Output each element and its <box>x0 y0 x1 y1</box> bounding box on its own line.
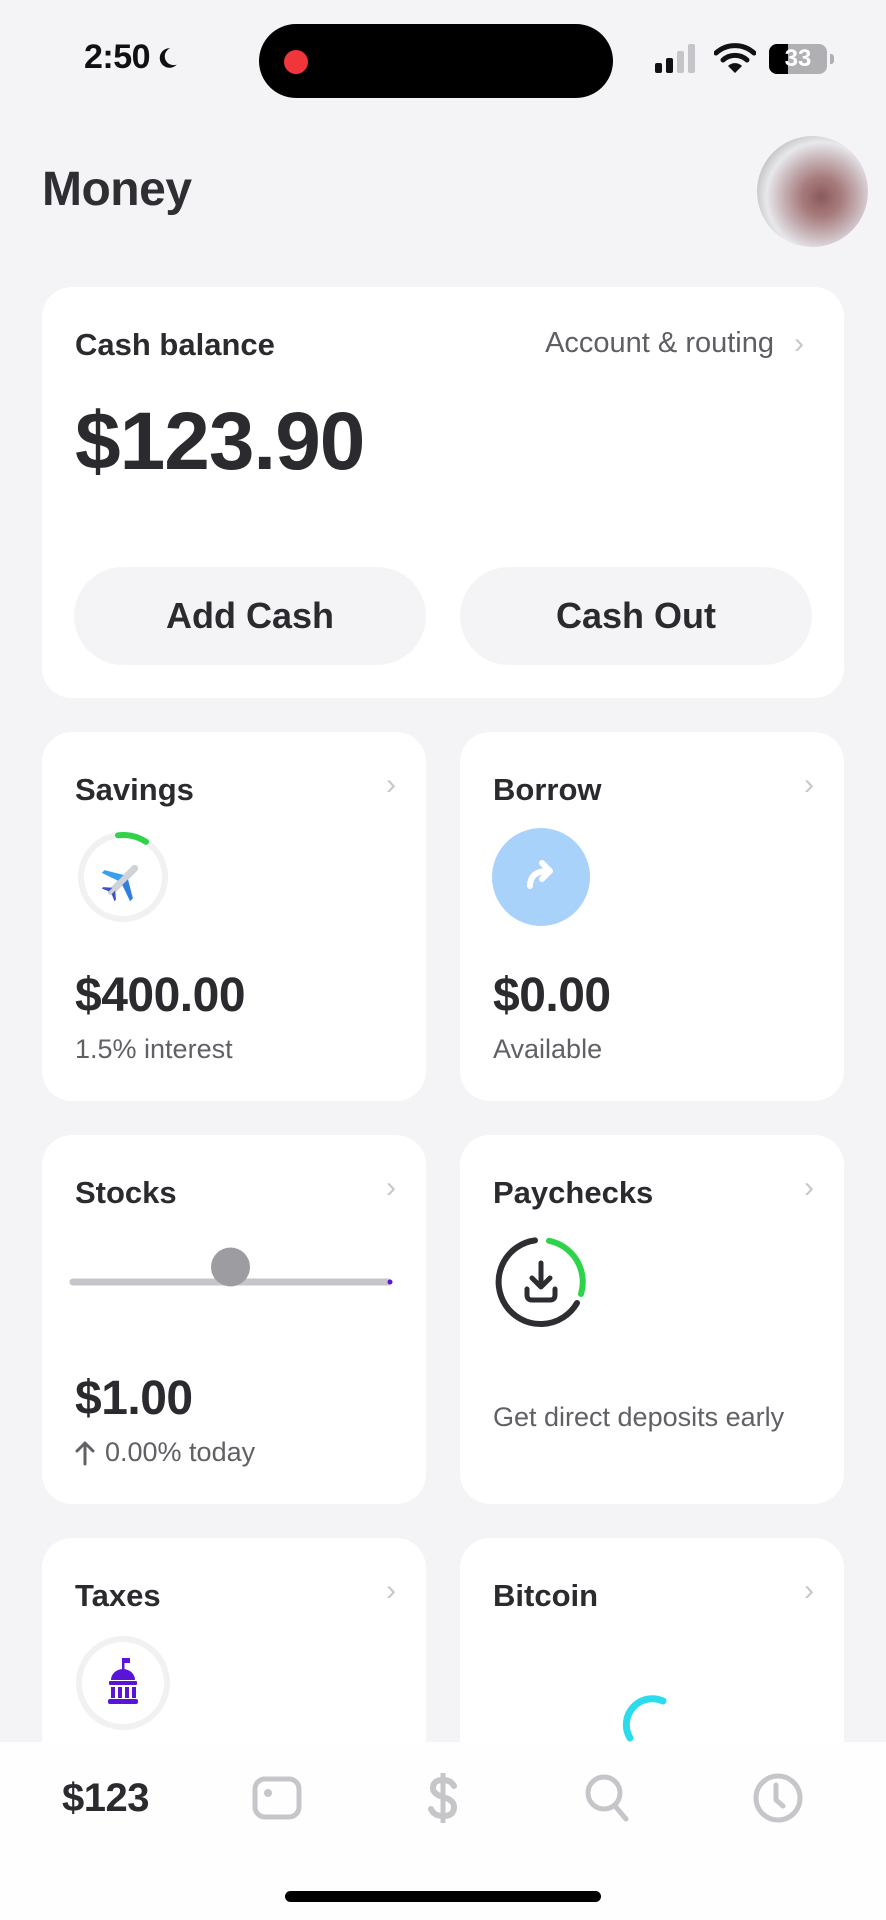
battery-cap <box>830 54 834 64</box>
download-icon <box>524 1260 558 1303</box>
nav-card-tab[interactable] <box>250 1770 304 1826</box>
borrow-icon-circle <box>492 828 590 926</box>
nav-activity-tab[interactable] <box>752 1770 804 1826</box>
cash-out-button[interactable]: Cash Out <box>460 567 812 665</box>
stocks-change: 0.00% today <box>75 1437 255 1468</box>
borrow-amount: $0.00 <box>493 969 611 1022</box>
cellular-signal-icon <box>655 44 695 73</box>
savings-goal-ring <box>78 831 168 922</box>
add-cash-button[interactable]: Add Cash <box>74 567 426 665</box>
borrow-available: Available <box>493 1034 603 1064</box>
cash-balance-amount: $123.90 <box>75 396 365 487</box>
stocks-end-dot <box>387 1279 393 1285</box>
chevron-right-icon: › <box>386 1171 396 1204</box>
bitcoin-title: Bitcoin <box>493 1578 599 1613</box>
savings-tile[interactable]: Savings › $400.00 1.5% interest <box>42 732 426 1101</box>
paychecks-tile[interactable]: Paychecks › Get direct deposits early <box>460 1135 844 1504</box>
account-routing-label: Account & routing <box>545 327 774 359</box>
borrow-tile[interactable]: Borrow › $0.00 Available <box>460 732 844 1101</box>
card-icon <box>252 1776 302 1820</box>
account-routing-link[interactable]: Account & routing › <box>545 327 804 360</box>
chevron-right-icon: › <box>794 326 804 360</box>
savings-balance: $400.00 <box>75 969 246 1022</box>
paychecks-ring-green <box>546 1237 586 1297</box>
stocks-tile[interactable]: Stocks › $1.00 0.00% today <box>42 1135 426 1504</box>
savings-title: Savings <box>75 772 194 807</box>
borrow-title: Borrow <box>493 772 602 807</box>
paychecks-ring <box>495 1237 586 1327</box>
stocks-value: $1.00 <box>75 1372 193 1425</box>
chevron-right-icon: › <box>804 1574 814 1607</box>
nav-pay-tab[interactable] <box>425 1770 461 1826</box>
moon-icon <box>159 47 177 68</box>
arrow-up-icon <box>75 1441 95 1465</box>
chevron-right-icon: › <box>804 1171 814 1204</box>
chevron-right-icon: › <box>386 768 396 801</box>
chevron-right-icon: › <box>804 768 814 801</box>
nav-discover-tab[interactable] <box>583 1770 633 1826</box>
clock-icon <box>753 1773 803 1823</box>
stocks-change-text: 0.00% today <box>105 1437 256 1467</box>
paychecks-title: Paychecks <box>493 1175 654 1210</box>
stocks-scrubber-knob <box>211 1247 250 1287</box>
chevron-right-icon: › <box>386 1574 396 1607</box>
nav-money-tab[interactable]: $123 <box>62 1770 149 1826</box>
page-title: Money <box>42 163 192 216</box>
profile-avatar[interactable] <box>757 136 868 247</box>
stocks-sparkline <box>69 1247 393 1287</box>
cash-balance-card: Cash balance Account & routing › $123.90… <box>42 287 844 698</box>
dynamic-island <box>259 24 613 98</box>
taxes-title: Taxes <box>75 1578 161 1613</box>
home-indicator[interactable] <box>285 1891 601 1902</box>
status-time: 2:50 <box>84 38 180 77</box>
stocks-title: Stocks <box>75 1175 177 1210</box>
savings-interest: 1.5% interest <box>75 1034 233 1064</box>
search-icon <box>585 1774 629 1822</box>
dollar-icon <box>428 1773 458 1823</box>
battery-percent: 33 <box>784 45 812 72</box>
cash-balance-label: Cash balance <box>75 327 275 362</box>
wifi-icon <box>714 43 756 73</box>
taxes-icon-circle <box>76 1636 170 1730</box>
battery-icon: 33 <box>769 44 827 74</box>
recording-indicator-icon <box>284 50 308 74</box>
paychecks-description: Get direct deposits early <box>493 1402 785 1432</box>
time-text: 2:50 <box>84 38 151 76</box>
